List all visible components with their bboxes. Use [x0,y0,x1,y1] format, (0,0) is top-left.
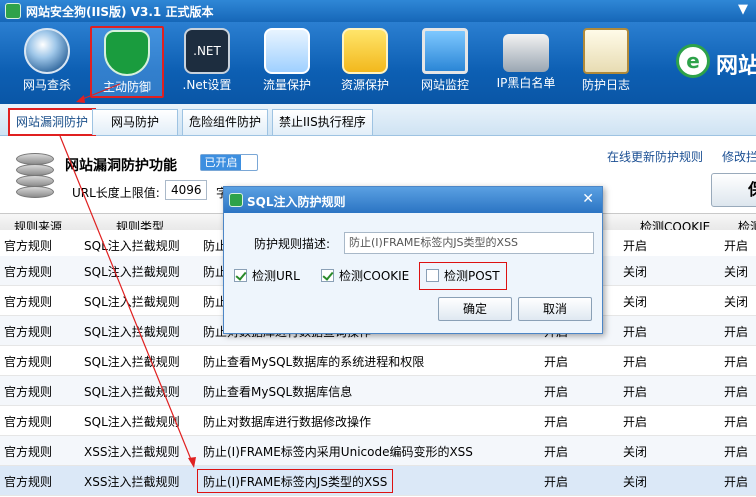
table-row[interactable]: 官方规则 XSS注入拦截规则 防止(I)FRAME标签内采用Unicode编码变… [0,436,756,466]
check-url-checkbox[interactable]: 检测URL [234,267,300,283]
rule-desc-input[interactable]: 防止(I)FRAME标签内JS类型的XSS [344,232,594,254]
url-length-label: URL长度上限值: [72,186,160,200]
table-row[interactable]: 官方规则 SQL注入拦截规则 防止对数据库进行数据修改操作 开启 开启 开启 [0,406,756,436]
window-menu-icon[interactable]: ▼ [738,2,748,17]
sql-rule-dialog: SQL注入防护规则 ✕ 防护规则描述: 防止(I)FRAME标签内JS类型的XS… [223,186,603,334]
protection-toggle[interactable]: 已开启 [200,154,258,171]
toolbar-item-active-defense[interactable]: 主动防御 [90,26,164,98]
globe-scan-icon [24,28,70,74]
checkbox-checked-icon [321,269,334,282]
sub-tab-bar: 网站漏洞防护 网马防护 危险组件防护 禁止IIS执行程序 [0,104,756,136]
toolbar-item-ip-list[interactable]: IP黑白名单 [489,26,563,98]
toolbar-item-trojan-scan[interactable]: 网马查杀 [10,26,84,98]
cancel-button[interactable]: 取消 [518,297,592,321]
brand-logo: e 网站 [676,38,756,94]
rule-desc-label: 防护规则描述: [254,237,331,251]
tab-dangerous-component[interactable]: 危险组件防护 [182,109,269,135]
main-toolbar: 网马查杀 主动防御 .NET .Net设置 流量保护 资源保护 网站监控 IP黑… [0,22,756,104]
close-icon[interactable]: ✕ [582,191,594,207]
title-bar: 网站安全狗(IIS版) V3.1 正式版本 ▼ [0,0,756,22]
table-row[interactable]: 官方规则 SQL注入拦截规则 防止查看MySQL数据库的系统进程和权限 开启 开… [0,346,756,376]
traffic-chart-icon [264,28,310,74]
app-logo-icon [5,3,21,19]
modify-rules-link[interactable]: 修改拦 [722,148,756,165]
table-row[interactable]: 官方规则 SQL注入拦截规则 防止查看MySQL数据库信息 开启 开启 开启 [0,376,756,406]
toolbar-item-protect-log[interactable]: 防护日志 [569,26,643,98]
table-row-selected[interactable]: 官方规则 XSS注入拦截规则 防止(I)FRAME标签内JS类型的XSS 开启 … [0,466,756,496]
post-highlight [419,262,507,290]
toolbar-item-traffic-protect[interactable]: 流量保护 [250,26,324,98]
ok-button[interactable]: 确定 [438,297,512,321]
clipboard-icon [583,28,629,74]
monitor-icon [422,28,468,74]
toolbar-item-net-settings[interactable]: .NET .Net设置 [170,26,244,98]
tab-disable-iis-exec[interactable]: 禁止IIS执行程序 [272,109,373,135]
toolbar-item-site-monitor[interactable]: 网站监控 [408,26,482,98]
e-logo-icon: e [676,44,710,78]
dialog-title: SQL注入防护规则 [247,195,346,209]
tab-trojan-protect[interactable]: 网马防护 [92,109,178,135]
tab-vuln-protect[interactable]: 网站漏洞防护 [8,108,97,136]
router-icon [503,34,549,72]
brand-text: 网站 [716,54,756,79]
url-length-input[interactable]: 4096 [165,180,207,200]
protection-title: 网站漏洞防护功能 [65,158,177,174]
dialog-title-bar: SQL注入防护规则 ✕ [224,187,602,213]
toolbar-item-resource-protect[interactable]: 资源保护 [328,26,402,98]
check-cookie-checkbox[interactable]: 检测COOKIE [321,267,409,283]
save-button[interactable]: 保 [711,173,756,207]
toggle-label: 已开启 [201,155,241,170]
database-icon [16,153,54,199]
update-rules-link[interactable]: 在线更新防护规则 [607,148,703,165]
dialog-app-icon [229,193,243,207]
shield-icon [104,30,150,76]
checkbox-checked-icon [234,269,247,282]
window-title: 网站安全狗(IIS版) V3.1 正式版本 [26,5,214,19]
dotnet-icon: .NET [184,28,230,74]
folder-icon [342,28,388,74]
